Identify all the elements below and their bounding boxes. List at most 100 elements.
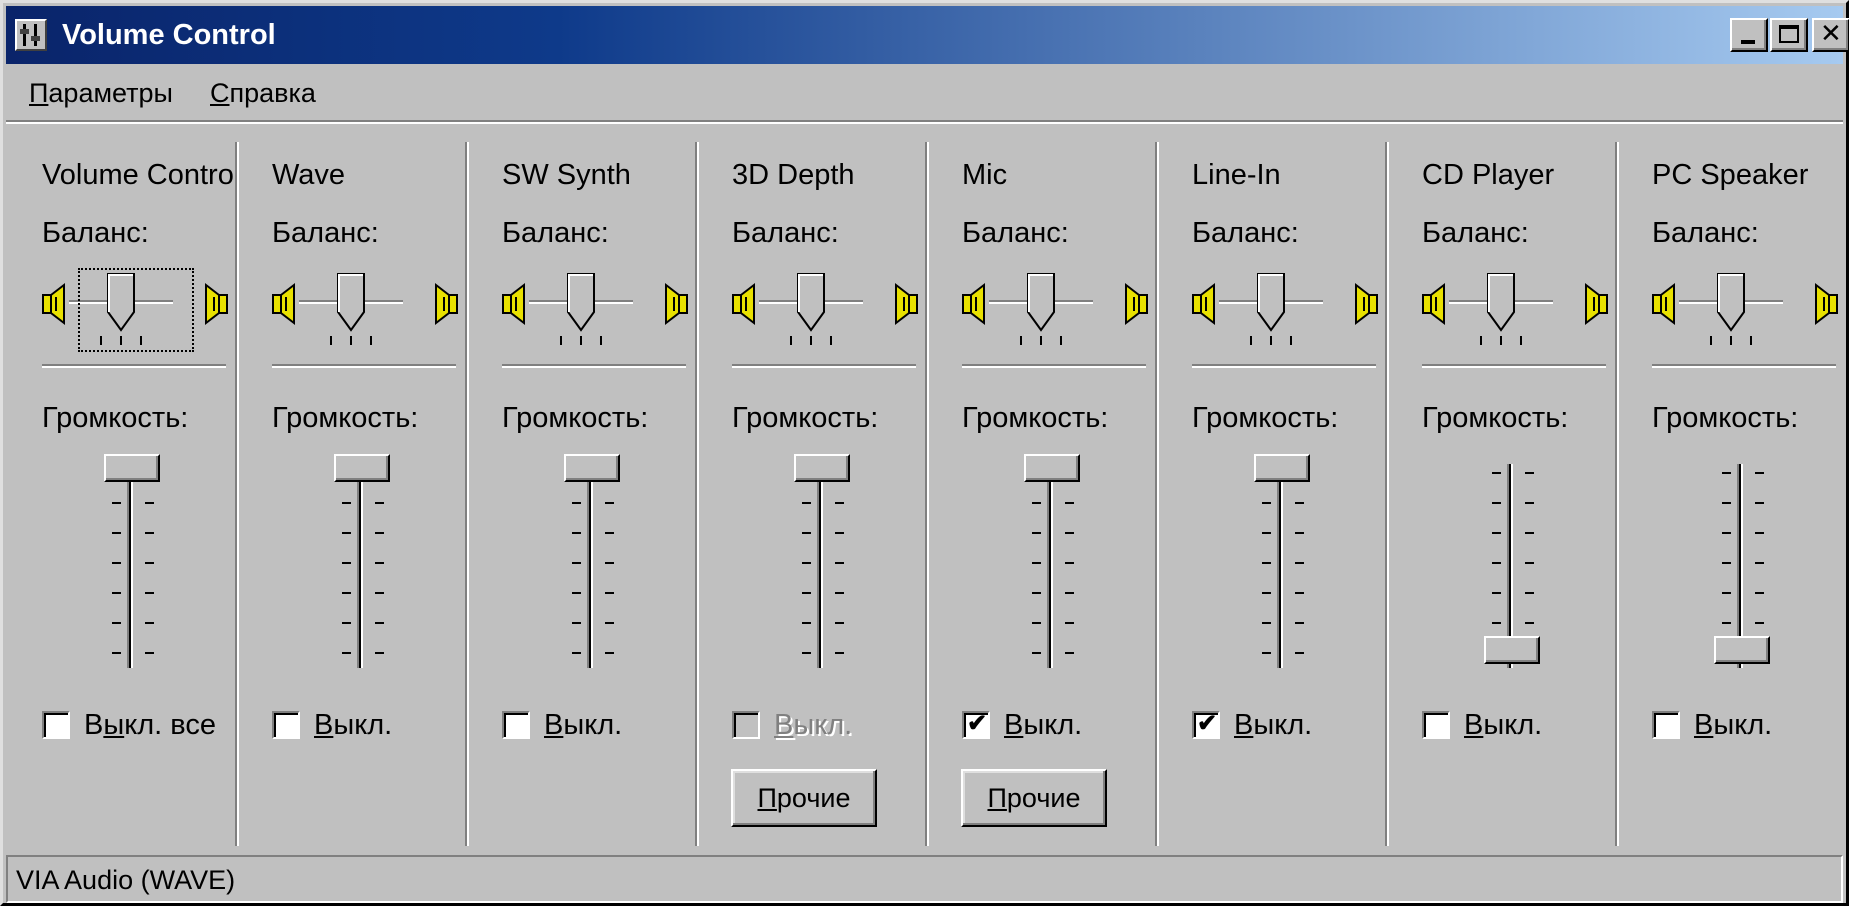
status-text: VIA Audio (WAVE)	[16, 865, 236, 895]
balance-thumb[interactable]	[1486, 272, 1516, 332]
maximize-button[interactable]	[1770, 18, 1808, 52]
volume-thumb[interactable]	[1024, 454, 1080, 482]
menu-parameters[interactable]: Параметры	[29, 78, 173, 108]
volume-slider[interactable]	[587, 464, 593, 668]
mixer-panel: Volume Control Баланс: Громкость: Выкл. вс…	[6, 124, 1843, 851]
channel-name: CD Player	[1422, 159, 1555, 191]
volume-tick	[572, 562, 581, 564]
volume-tick	[572, 502, 581, 504]
volume-tick	[1295, 652, 1304, 654]
volume-tick	[1295, 622, 1304, 624]
balance-thumb[interactable]	[1716, 272, 1746, 332]
volume-control-window: Volume Control ✕ Параметры Справка Volum…	[0, 0, 1849, 906]
volume-tick	[1065, 622, 1074, 624]
volume-slider[interactable]	[127, 464, 133, 668]
volume-thumb[interactable]	[1714, 636, 1770, 664]
balance-tick	[560, 336, 562, 345]
channel-separator	[695, 142, 697, 846]
volume-tick	[145, 502, 154, 504]
speaker-left-icon	[42, 281, 70, 327]
mute-label: Выкл.	[774, 709, 853, 741]
volume-tick	[375, 592, 384, 594]
section-divider	[962, 364, 1146, 366]
balance-thumb[interactable]	[1026, 272, 1056, 332]
speaker-left-icon	[502, 281, 530, 327]
balance-label: Баланс:	[502, 217, 609, 249]
balance-thumb[interactable]	[796, 272, 826, 332]
balance-tick	[1520, 336, 1522, 345]
volume-slider[interactable]	[1047, 464, 1053, 668]
volume-slider[interactable]	[357, 464, 363, 668]
volume-tick	[1065, 592, 1074, 594]
volume-tick	[1492, 502, 1501, 504]
mute-checkbox[interactable]	[502, 711, 530, 739]
volume-tick	[572, 532, 581, 534]
advanced-button[interactable]: Прочие	[961, 769, 1107, 827]
speaker-left-icon	[1192, 281, 1220, 327]
volume-thumb[interactable]	[104, 454, 160, 482]
volume-thumb[interactable]	[1254, 454, 1310, 482]
volume-tick	[605, 502, 614, 504]
mixer-app-icon[interactable]	[15, 19, 47, 51]
volume-slider[interactable]	[817, 464, 823, 668]
volume-tick	[342, 652, 351, 654]
channel-separator	[235, 142, 237, 846]
mute-checkbox[interactable]: ✔	[962, 711, 990, 739]
channel-name: Line-In	[1192, 159, 1281, 191]
balance-tick	[810, 336, 812, 345]
balance-label: Баланс:	[732, 217, 839, 249]
menu-help[interactable]: Справка	[210, 78, 316, 108]
mute-checkbox[interactable]	[1652, 711, 1680, 739]
balance-tick	[1710, 336, 1712, 345]
volume-tick	[802, 532, 811, 534]
volume-tick	[375, 622, 384, 624]
balance-tick	[830, 336, 832, 345]
balance-thumb[interactable]	[566, 272, 596, 332]
channel-name: 3D Depth	[732, 159, 855, 191]
check-mark: ✔	[1197, 710, 1218, 737]
volume-tick	[1262, 652, 1271, 654]
volume-tick	[375, 652, 384, 654]
volume-thumb[interactable]	[1484, 636, 1540, 664]
close-button[interactable]: ✕	[1812, 18, 1849, 52]
minimize-button[interactable]	[1730, 18, 1768, 52]
volume-thumb[interactable]	[564, 454, 620, 482]
speaker-right-icon	[660, 281, 688, 327]
mute-checkbox[interactable]	[272, 711, 300, 739]
volume-tick	[1295, 592, 1304, 594]
volume-tick	[1032, 562, 1041, 564]
volume-tick	[1262, 562, 1271, 564]
volume-tick	[145, 622, 154, 624]
balance-label: Баланс:	[962, 217, 1069, 249]
channel-strip: SW Synth Баланс: Громкость: Выкл.	[465, 124, 694, 851]
volume-thumb[interactable]	[794, 454, 850, 482]
balance-thumb[interactable]	[1256, 272, 1286, 332]
volume-tick	[145, 592, 154, 594]
volume-tick	[835, 652, 844, 654]
mute-checkbox[interactable]	[42, 711, 70, 739]
balance-tick	[1290, 336, 1292, 345]
volume-tick	[375, 532, 384, 534]
volume-tick	[342, 532, 351, 534]
volume-tick	[1755, 622, 1764, 624]
section-divider	[732, 364, 916, 366]
section-divider	[1192, 364, 1376, 366]
volume-tick	[1492, 532, 1501, 534]
volume-tick	[802, 562, 811, 564]
mute-checkbox[interactable]	[1422, 711, 1450, 739]
volume-tick	[605, 622, 614, 624]
volume-label: Громкость:	[502, 402, 649, 434]
volume-thumb[interactable]	[334, 454, 390, 482]
balance-thumb[interactable]	[336, 272, 366, 332]
volume-label: Громкость:	[42, 402, 189, 434]
volume-slider[interactable]	[1277, 464, 1283, 668]
mute-checkbox[interactable]: ✔	[1192, 711, 1220, 739]
volume-tick	[1755, 502, 1764, 504]
advanced-button[interactable]: Прочие	[731, 769, 877, 827]
channel-name: SW Synth	[502, 159, 631, 191]
section-divider	[1422, 364, 1606, 366]
title-bar[interactable]: Volume Control ✕	[6, 6, 1849, 64]
volume-tick	[1722, 622, 1731, 624]
channel-strip: Volume Control Баланс: Громкость: Выкл. вс…	[6, 124, 240, 851]
volume-label: Громкость:	[962, 402, 1109, 434]
